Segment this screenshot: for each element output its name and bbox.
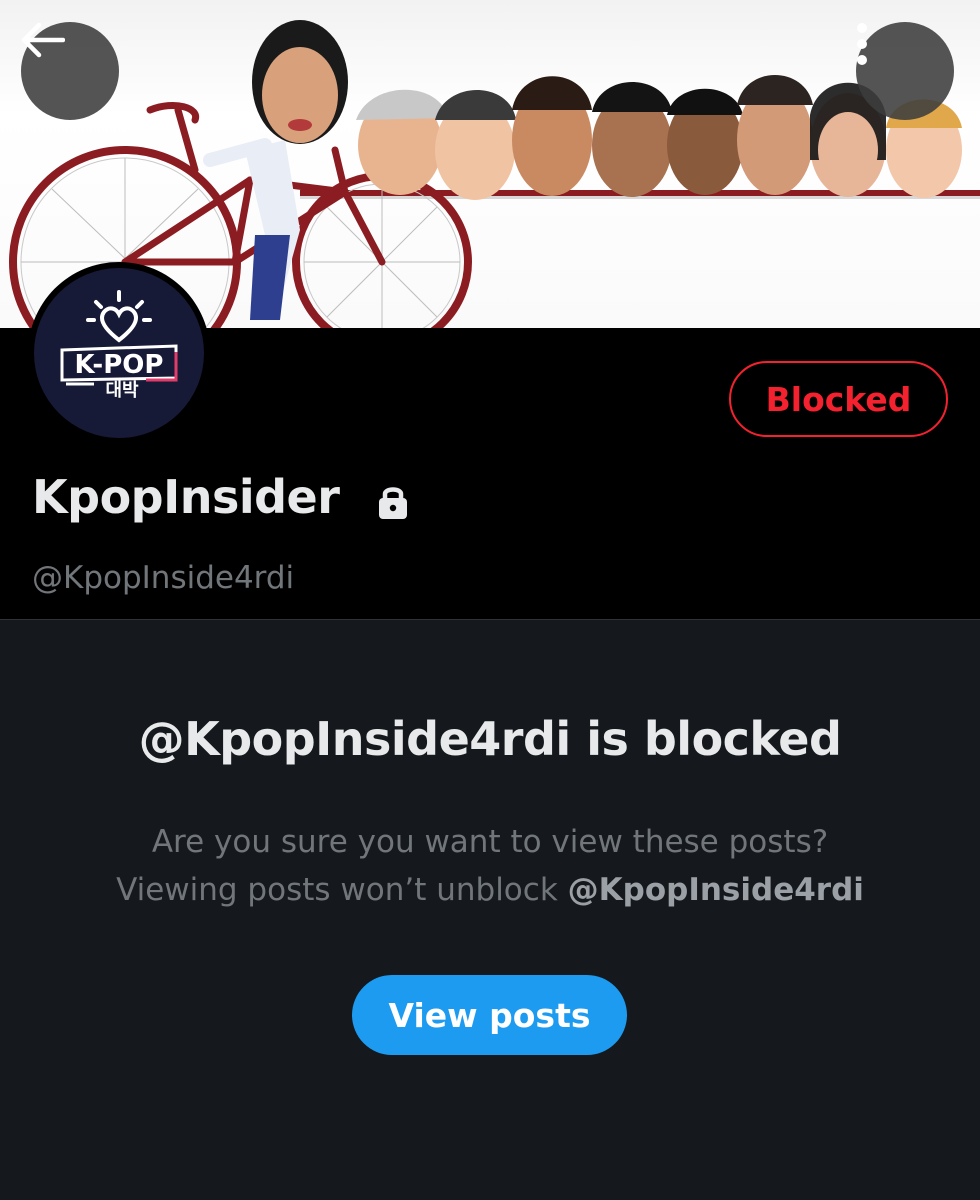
vertical-dots-icon — [857, 23, 867, 65]
profile-page: K-POP 대박 Blocked KpopInsider @KpopInside… — [0, 0, 980, 1200]
kpop-logo: K-POP 대박 — [60, 290, 178, 401]
avatar[interactable]: K-POP 대박 — [28, 262, 210, 444]
display-name: KpopInsider — [32, 470, 340, 524]
blocked-notice-info-prefix: Viewing posts won’t unblock — [116, 872, 568, 908]
blocked-notice-info-handle: @KpopInside4rdi — [567, 872, 864, 908]
arrow-left-icon — [21, 22, 65, 58]
avatar-image: K-POP 대박 — [34, 268, 204, 438]
svg-text:대박: 대박 — [105, 380, 139, 401]
lock-icon — [379, 487, 407, 519]
blocked-notice-question: Are you sure you want to view these post… — [151, 824, 829, 860]
svg-text:K-POP: K-POP — [75, 350, 164, 380]
profile-handle: @KpopInside4rdi — [32, 560, 295, 596]
blocked-notice-info: Viewing posts won’t unblock @KpopInside4… — [0, 872, 980, 908]
more-options-button[interactable] — [856, 22, 954, 120]
back-button[interactable] — [21, 22, 119, 120]
view-posts-button[interactable]: View posts — [352, 975, 627, 1055]
blocked-notice-title: @KpopInside4rdi is blocked — [138, 712, 842, 766]
divider — [0, 619, 980, 620]
blocked-button[interactable]: Blocked — [729, 361, 948, 437]
